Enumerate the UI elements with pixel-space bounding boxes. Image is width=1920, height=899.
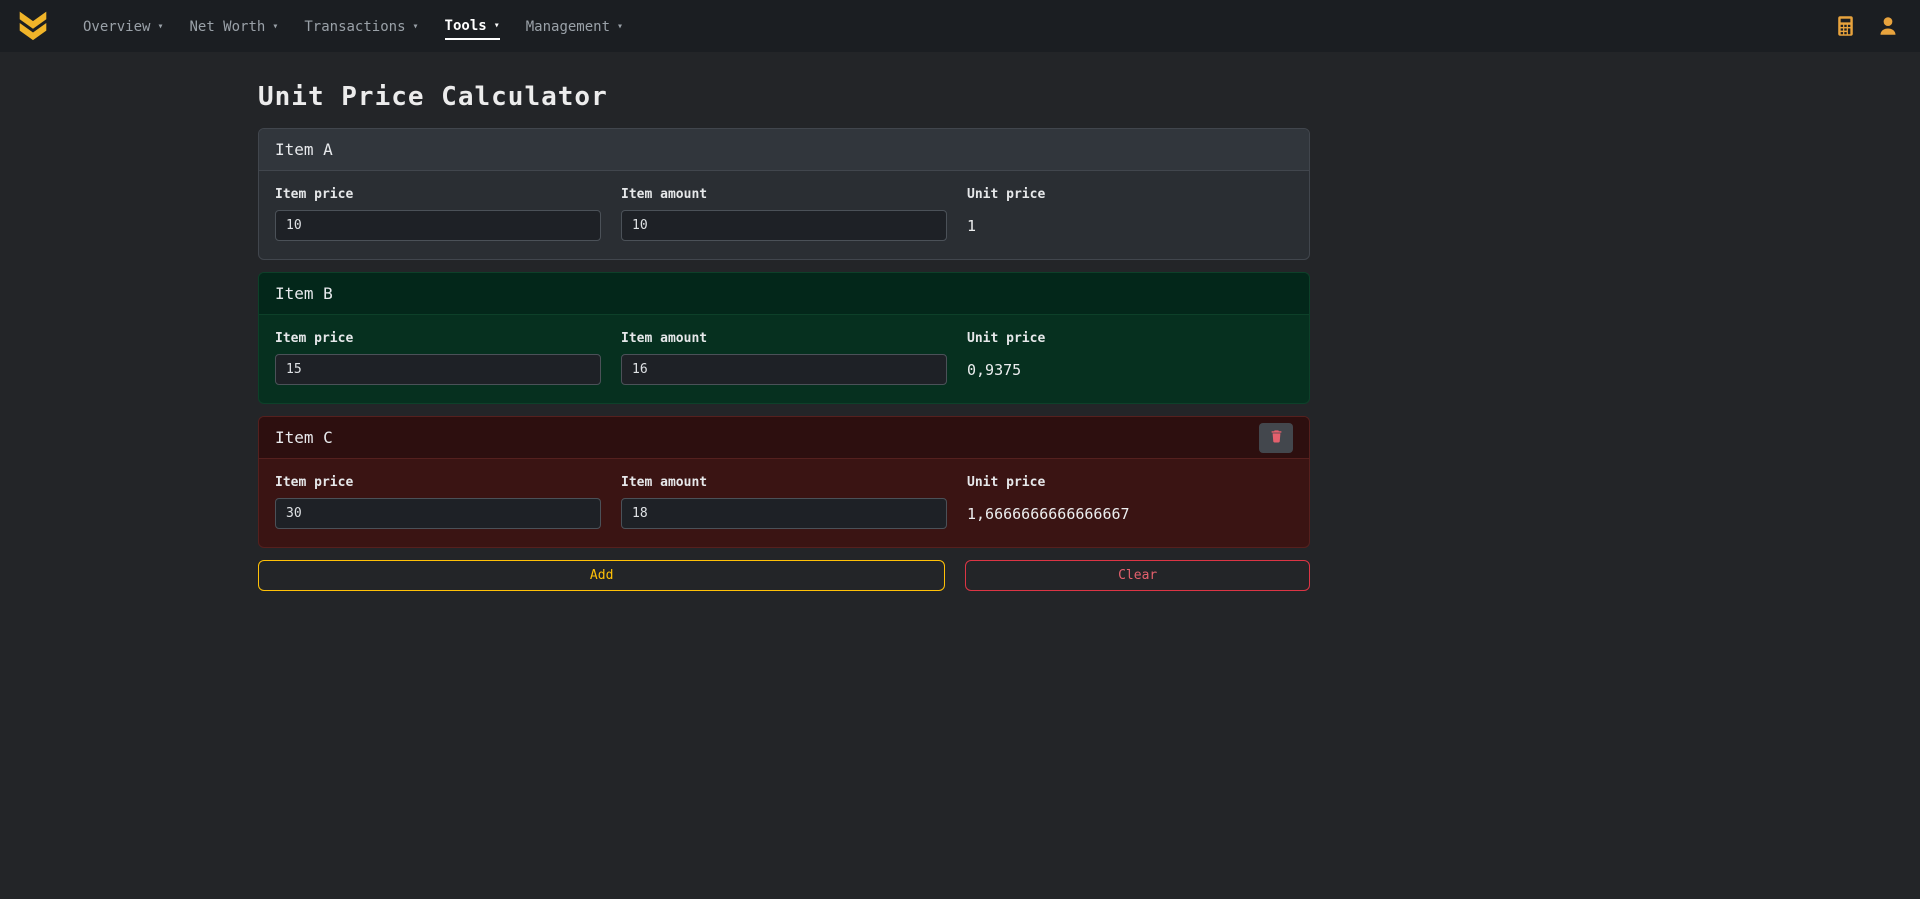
item-a-card-body: Item price Item amount Unit price 1 (259, 171, 1309, 259)
amount-label: Item amount (621, 331, 947, 346)
user-icon[interactable] (1878, 16, 1898, 36)
item-c-card-body: Item price Item amount Unit price 1,6666… (259, 459, 1309, 547)
item-b-card-header: Item B (259, 273, 1309, 315)
item-c-unit-value: 1,6666666666666667 (967, 498, 1293, 529)
item-c-price-field: Item price (275, 475, 601, 529)
chevron-down-icon: ▾ (272, 22, 278, 32)
item-b-unit-value: 0,9375 (967, 354, 1293, 385)
layers-logo-icon (14, 5, 52, 47)
item-c-title: Item C (275, 428, 333, 447)
item-b-card: Item B Item price Item amount Unit price… (258, 272, 1310, 404)
item-c-price-input[interactable] (275, 498, 601, 529)
item-a-title: Item A (275, 140, 333, 159)
item-a-unit-field: Unit price 1 (967, 187, 1293, 241)
chevron-down-icon: ▾ (494, 21, 500, 31)
item-b-card-body: Item price Item amount Unit price 0,9375 (259, 315, 1309, 403)
chevron-down-icon: ▾ (413, 22, 419, 32)
item-c-card: Item C Item price Item amount Unit price (258, 416, 1310, 548)
clear-button[interactable]: Clear (965, 560, 1310, 591)
item-b-amount-field: Item amount (621, 331, 947, 385)
item-a-card-header: Item A (259, 129, 1309, 171)
item-a-unit-value: 1 (967, 210, 1293, 241)
chevron-down-icon: ▾ (157, 22, 163, 32)
nav-item-label: Management (526, 19, 610, 35)
main-content: Unit Price Calculator Item A Item price … (258, 52, 1310, 591)
price-label: Item price (275, 187, 601, 202)
navbar-right-icons (1837, 16, 1906, 36)
item-c-amount-input[interactable] (621, 498, 947, 529)
brand-logo[interactable] (14, 5, 52, 47)
item-a-card: Item A Item price Item amount Unit price… (258, 128, 1310, 260)
amount-label: Item amount (621, 475, 947, 490)
item-a-amount-field: Item amount (621, 187, 947, 241)
add-button[interactable]: Add (258, 560, 945, 591)
nav-item-label: Transactions (304, 19, 405, 35)
nav-item-label: Tools (445, 18, 487, 34)
item-c-delete-button[interactable] (1259, 423, 1293, 453)
nav-item-net-worth[interactable]: Net Worth ▾ (176, 0, 291, 52)
amount-label: Item amount (621, 187, 947, 202)
nav-item-tools[interactable]: Tools ▾ (432, 0, 513, 52)
unit-label: Unit price (967, 331, 1293, 346)
trash-icon (1270, 429, 1283, 446)
item-b-price-field: Item price (275, 331, 601, 385)
item-a-price-input[interactable] (275, 210, 601, 241)
calculator-icon[interactable] (1837, 16, 1854, 36)
nav-item-management[interactable]: Management ▾ (513, 0, 636, 52)
item-a-price-field: Item price (275, 187, 601, 241)
unit-label: Unit price (967, 187, 1293, 202)
item-b-unit-field: Unit price 0,9375 (967, 331, 1293, 385)
item-c-amount-field: Item amount (621, 475, 947, 529)
main-nav: Overview ▾ Net Worth ▾ Transactions ▾ To… (70, 0, 636, 52)
nav-item-overview[interactable]: Overview ▾ (70, 0, 176, 52)
top-navbar: Overview ▾ Net Worth ▾ Transactions ▾ To… (0, 0, 1920, 52)
nav-item-label: Overview (83, 19, 150, 35)
item-b-price-input[interactable] (275, 354, 601, 385)
nav-item-label: Net Worth (189, 19, 265, 35)
item-c-card-header: Item C (259, 417, 1309, 459)
nav-item-transactions[interactable]: Transactions ▾ (291, 0, 431, 52)
item-a-amount-input[interactable] (621, 210, 947, 241)
unit-label: Unit price (967, 475, 1293, 490)
chevron-down-icon: ▾ (617, 22, 623, 32)
item-b-amount-input[interactable] (621, 354, 947, 385)
price-label: Item price (275, 475, 601, 490)
actions-row: Add Clear (258, 560, 1310, 591)
page-title: Unit Price Calculator (258, 82, 1310, 112)
item-c-unit-field: Unit price 1,6666666666666667 (967, 475, 1293, 529)
price-label: Item price (275, 331, 601, 346)
item-b-title: Item B (275, 284, 333, 303)
